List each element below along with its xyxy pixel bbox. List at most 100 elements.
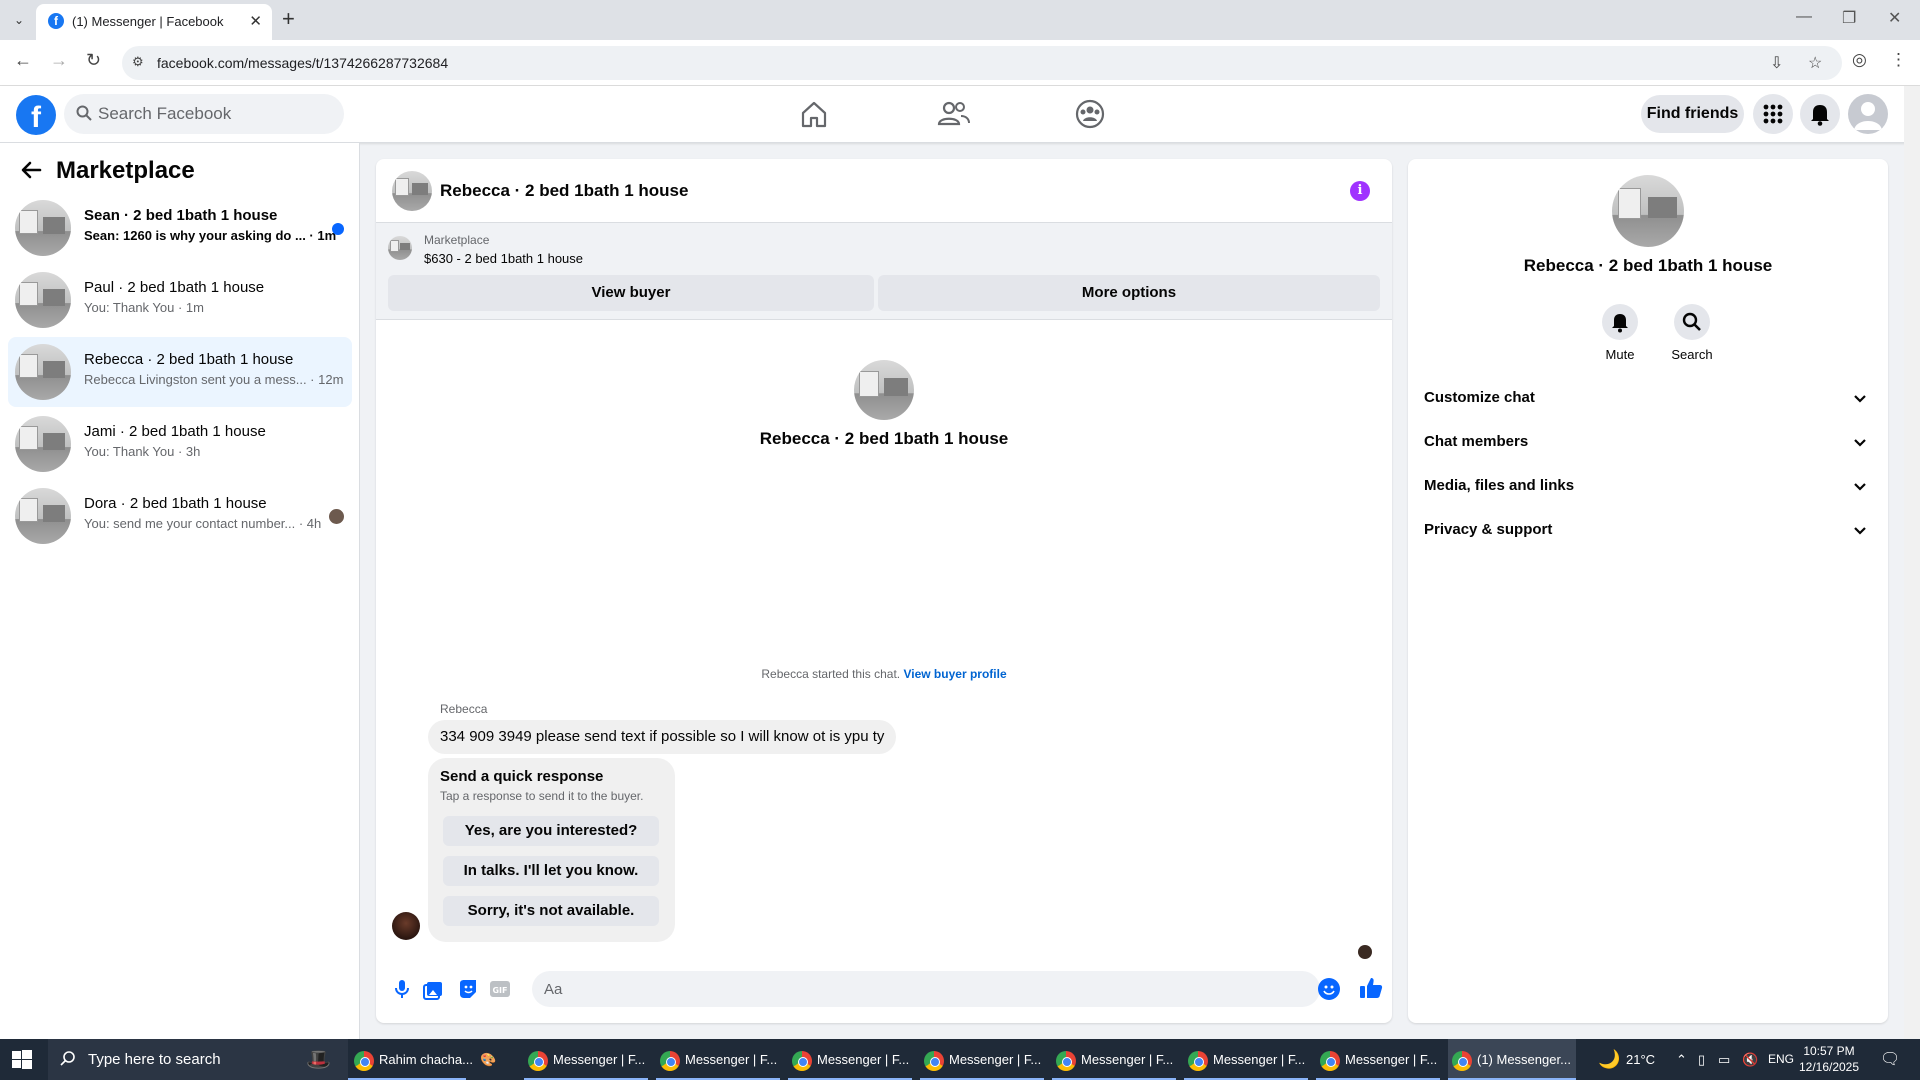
facebook-logo-icon[interactable]: f — [16, 95, 56, 135]
taskbar-app-chrome[interactable]: Rahim chacha... — [348, 1039, 473, 1080]
message-bubble[interactable]: 334 909 3949 please send text if possibl… — [428, 720, 897, 754]
listing-thumbnail[interactable] — [392, 171, 432, 211]
marketplace-banner: Marketplace $630 - 2 bed 1bath 1 house V… — [376, 223, 1392, 320]
restore-icon[interactable]: ❐ — [1842, 8, 1856, 28]
conversation-preview: Sean: 1260 is why your asking do ... · 1… — [84, 228, 337, 243]
back-arrow-icon[interactable] — [20, 159, 42, 188]
microphone-icon[interactable] — [390, 977, 414, 1001]
facebook-search-box[interactable] — [64, 94, 344, 134]
thumbs-up-icon[interactable] — [1358, 975, 1384, 1001]
taskbar-app-chrome[interactable]: Messenger | F... — [788, 1039, 912, 1080]
quick-response-button[interactable]: In talks. I'll let you know. — [443, 856, 659, 886]
listing-thumbnail — [388, 236, 412, 260]
taskbar-app-chrome[interactable]: Messenger | F... — [1316, 1039, 1440, 1080]
photo-attach-icon[interactable] — [422, 977, 446, 1001]
groups-icon[interactable] — [1070, 96, 1110, 132]
search-conversation-button[interactable]: Search — [1662, 304, 1722, 362]
chevron-down-icon — [1852, 391, 1868, 407]
info-icon[interactable]: i — [1350, 181, 1370, 201]
taskbar-app-chrome[interactable]: Messenger | F... — [524, 1039, 648, 1080]
emoji-icon[interactable] — [1318, 978, 1340, 1000]
tab-search-chevron-icon[interactable]: ⌄ — [8, 9, 30, 31]
taskbar-clock[interactable]: 10:57 PM 12/16/2025 — [1794, 1043, 1864, 1075]
back-arrow-icon[interactable]: ← — [14, 50, 32, 71]
privacy-support-section[interactable]: Privacy & support — [1424, 513, 1872, 549]
weather-moon-icon[interactable]: 🌙 — [1598, 1039, 1620, 1080]
taskbar-app-chrome[interactable]: Messenger | F... — [920, 1039, 1044, 1080]
account-avatar[interactable] — [1848, 94, 1888, 134]
tab-close-icon[interactable]: ✕ — [249, 12, 262, 30]
more-options-button[interactable]: More options — [878, 275, 1380, 311]
tray-chevron-up-icon[interactable]: ⌃ — [1676, 1039, 1687, 1080]
reload-icon[interactable]: ↻ — [86, 50, 101, 71]
media-files-links-section[interactable]: Media, files and links — [1424, 469, 1872, 505]
gif-icon[interactable]: GIF — [488, 977, 512, 1001]
sender-avatar[interactable] — [392, 912, 420, 940]
chrome-icon — [1452, 1050, 1472, 1071]
view-buyer-button[interactable]: View buyer — [388, 275, 874, 311]
conversation-item[interactable]: Sean · 2 bed 1bath 1 house Sean: 1260 is… — [8, 193, 352, 263]
quick-response-subtitle: Tap a response to send it to the buyer. — [440, 789, 644, 803]
mute-button[interactable]: Mute — [1590, 304, 1650, 362]
conversation-item[interactable]: Jami · 2 bed 1bath 1 house You: Thank Yo… — [8, 409, 352, 479]
unread-dot — [332, 223, 344, 235]
volume-muted-icon[interactable]: 🔇 — [1742, 1039, 1758, 1080]
chrome-icon — [1188, 1050, 1208, 1071]
taskbar-app-chrome[interactable]: Messenger | F... — [1184, 1039, 1308, 1080]
view-buyer-profile-link[interactable]: View buyer profile — [903, 667, 1006, 681]
sticker-icon[interactable] — [456, 977, 480, 1001]
browser-tab-bar: ⌄ f (1) Messenger | Facebook ✕ + — ❐ ✕ — [0, 0, 1920, 40]
customize-chat-section[interactable]: Customize chat — [1424, 381, 1872, 417]
bookmark-star-icon[interactable]: ☆ — [1808, 53, 1822, 73]
conversation-name: Dora · 2 bed 1bath 1 house — [84, 495, 267, 512]
message-input[interactable] — [532, 971, 1320, 1007]
temperature[interactable]: 21°C — [1626, 1039, 1655, 1080]
marketplace-conversation-list: Marketplace Sean · 2 bed 1bath 1 house S… — [0, 143, 360, 1039]
quick-response-button[interactable]: Sorry, it's not available. — [443, 896, 659, 926]
conversation-item[interactable]: Paul · 2 bed 1bath 1 house You: Thank Yo… — [8, 265, 352, 335]
listing-price-title[interactable]: $630 - 2 bed 1bath 1 house — [424, 251, 583, 266]
new-tab-plus-icon[interactable]: + — [282, 6, 295, 32]
tray-device-icon[interactable]: ▯ — [1698, 1039, 1705, 1080]
network-icon[interactable]: ▭ — [1718, 1039, 1730, 1080]
install-app-icon[interactable]: ⇩ — [1770, 53, 1783, 73]
browser-tab[interactable]: f (1) Messenger | Facebook ✕ — [36, 4, 272, 40]
taskbar-app-chrome[interactable]: Messenger | F... — [656, 1039, 780, 1080]
find-friends-button[interactable]: Find friends — [1641, 95, 1744, 133]
conversation-item[interactable]: Dora · 2 bed 1bath 1 house You: send me … — [8, 481, 352, 551]
taskbar-app-label: Messenger | F... — [685, 1052, 778, 1067]
conversation-item[interactable]: Rebecca · 2 bed 1bath 1 house Rebecca Li… — [8, 337, 352, 407]
friends-icon[interactable] — [933, 96, 973, 132]
omnibox[interactable]: ⚙ facebook.com/messages/t/13742662877326… — [122, 46, 1842, 80]
taskbar-app-chrome-active[interactable]: (1) Messenger... — [1448, 1039, 1576, 1080]
notification-center-icon[interactable]: 🗨 — [1880, 1039, 1900, 1080]
windows-start-icon[interactable] — [12, 1050, 32, 1070]
minimize-icon[interactable]: — — [1796, 8, 1812, 26]
taskbar-search[interactable]: Type here to search 🎩 — [48, 1039, 348, 1080]
search-icon — [1674, 304, 1710, 340]
page-scrollbar[interactable] — [1904, 86, 1920, 1039]
chat-title[interactable]: Rebecca · 2 bed 1bath 1 house — [440, 181, 688, 201]
conversation-preview: You: Thank You · 3h — [84, 444, 201, 459]
language-indicator[interactable]: ENG — [1768, 1039, 1794, 1080]
home-icon[interactable] — [794, 96, 834, 132]
tab-title: (1) Messenger | Facebook — [72, 14, 224, 29]
url-text[interactable]: facebook.com/messages/t/1374266287732684 — [157, 55, 448, 71]
search-input[interactable] — [98, 94, 338, 134]
address-bar-row: ← → ↻ ⚙ facebook.com/messages/t/13742662… — [0, 40, 1920, 86]
taskbar-app-paint[interactable]: 🎨 — [480, 1039, 510, 1080]
page-title: Marketplace — [56, 157, 195, 184]
taskbar-app-chrome[interactable]: Messenger | F... — [1052, 1039, 1176, 1080]
chat-members-section[interactable]: Chat members — [1424, 425, 1872, 461]
chat-panel: Rebecca · 2 bed 1bath 1 house i Marketpl… — [376, 159, 1392, 1023]
forward-arrow-icon[interactable]: → — [50, 50, 68, 71]
paint-icon: 🎨 — [480, 1052, 497, 1067]
notifications-bell-icon[interactable] — [1800, 94, 1840, 134]
menu-grid-icon[interactable] — [1753, 94, 1793, 134]
quick-response-button[interactable]: Yes, are you interested? — [443, 816, 659, 846]
chrome-menu-icon[interactable]: ⋮ — [1890, 50, 1907, 70]
profile-icon[interactable]: ◎ — [1852, 50, 1867, 70]
site-settings-icon[interactable]: ⚙ — [132, 54, 144, 70]
conversation-preview: You: send me your contact number... · 4h — [84, 516, 322, 531]
window-close-icon[interactable]: ✕ — [1888, 8, 1901, 28]
